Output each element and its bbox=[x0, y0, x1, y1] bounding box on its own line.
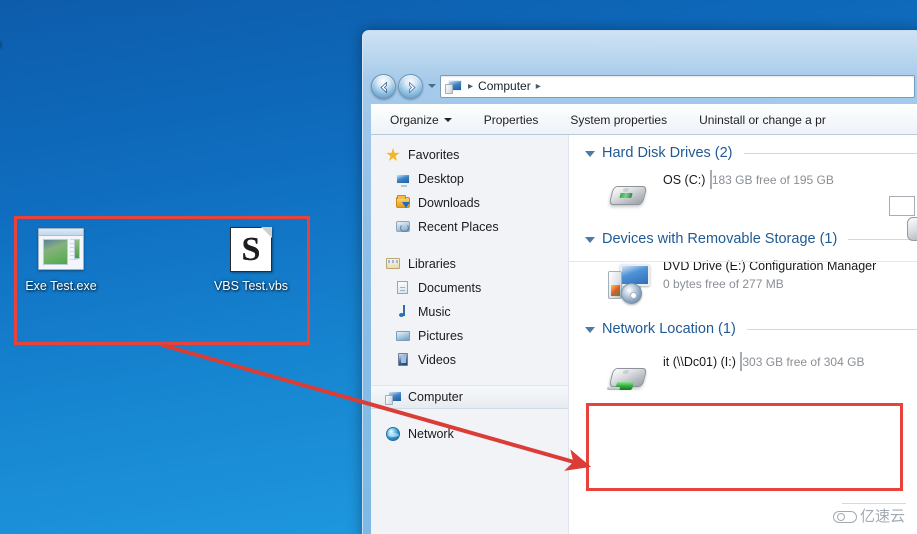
chevron-down-icon bbox=[443, 117, 452, 122]
toolbar-item-label: Organize bbox=[390, 112, 439, 127]
videos-icon bbox=[395, 352, 411, 368]
documents-icon bbox=[395, 280, 411, 296]
toolbar-organize-button[interactable]: Organize bbox=[381, 109, 461, 131]
group-header-removable-storage[interactable]: Devices with Removable Storage (1) bbox=[585, 231, 917, 247]
screen: n Exe Test.exe S VBS Test.vbs bbox=[0, 0, 917, 534]
sidebar-item-favorites[interactable]: Favorites bbox=[371, 143, 568, 167]
sidebar-item-pictures[interactable]: Pictures bbox=[371, 324, 568, 348]
desktop-icon-label: Exe Test.exe bbox=[25, 279, 97, 293]
address-input[interactable]: ▸ Computer ▸ bbox=[440, 74, 915, 98]
drive-item-dvd-e[interactable]: DVD Drive (E:) Configuration Manager 0 b… bbox=[585, 253, 917, 313]
group-title: Network Location (1) bbox=[602, 321, 736, 337]
sidebar-item-videos[interactable]: Videos bbox=[371, 348, 568, 372]
nav-group-spacer bbox=[371, 239, 568, 252]
drive-free-space: 0 bytes free of 277 MB bbox=[663, 277, 784, 291]
toolbar-properties-button[interactable]: Properties bbox=[475, 109, 548, 131]
drive-name: it (\\Dc01) (I:) bbox=[663, 355, 736, 369]
explorer-window: ▸ Computer ▸ Organize Properties System … bbox=[362, 30, 917, 534]
libraries-icon bbox=[385, 256, 401, 272]
computer-icon bbox=[445, 78, 462, 94]
network-globe-icon bbox=[385, 426, 401, 442]
star-icon bbox=[385, 147, 401, 163]
sidebar-item-recent-places[interactable]: Recent Places bbox=[371, 215, 568, 239]
collapse-triangle-icon[interactable] bbox=[585, 327, 595, 333]
chevron-down-icon bbox=[427, 84, 436, 88]
sidebar-item-label: Music bbox=[418, 305, 451, 319]
sidebar-item-label: Videos bbox=[418, 353, 456, 367]
details-pane-stub-box bbox=[889, 196, 915, 216]
sidebar-item-label: Network bbox=[408, 427, 454, 441]
hard-disk-icon bbox=[607, 177, 653, 219]
breadcrumb-separator-icon: ▸ bbox=[535, 80, 541, 92]
forward-button[interactable] bbox=[398, 73, 423, 99]
sidebar-item-label: Recent Places bbox=[418, 220, 499, 234]
drive-name: OS (C:) bbox=[663, 173, 706, 187]
detail-pane: Hard Disk Drives (2) OS (C:) 183 GB free… bbox=[569, 135, 917, 534]
sidebar-item-label: Computer bbox=[408, 390, 463, 404]
toolbar-item-label: Uninstall or change a pr bbox=[699, 112, 826, 127]
sidebar-item-documents[interactable]: Documents bbox=[371, 276, 568, 300]
sidebar-item-downloads[interactable]: Downloads bbox=[371, 191, 568, 215]
sidebar-item-label: Pictures bbox=[418, 329, 464, 343]
desktop-icon bbox=[395, 171, 411, 187]
drive-free-space: 183 GB free of 195 GB bbox=[711, 173, 834, 187]
sidebar-item-computer[interactable]: Computer bbox=[371, 385, 568, 409]
sidebar-item-music[interactable]: Music bbox=[371, 300, 568, 324]
sidebar-item-label: Downloads bbox=[418, 196, 480, 210]
toolbar-system-properties-button[interactable]: System properties bbox=[561, 109, 676, 131]
sidebar-item-libraries[interactable]: Libraries bbox=[371, 252, 568, 276]
exe-file-icon bbox=[37, 226, 85, 274]
dvd-drive-icon bbox=[607, 263, 653, 305]
vbs-script-icon: S bbox=[227, 226, 275, 274]
watermark-text: 亿速云 bbox=[859, 507, 905, 525]
sidebar-item-label: Desktop bbox=[418, 172, 464, 186]
network-drive-icon bbox=[607, 359, 653, 401]
watermark-divider bbox=[842, 503, 906, 504]
toolbar-item-label: System properties bbox=[570, 112, 668, 127]
collapse-triangle-icon[interactable] bbox=[585, 237, 595, 243]
recent-places-icon bbox=[395, 219, 411, 235]
group-divider bbox=[746, 328, 917, 330]
group-divider bbox=[848, 238, 917, 240]
breadcrumb-computer[interactable]: Computer bbox=[478, 79, 531, 93]
drive-free-space: 303 GB free of 304 GB bbox=[742, 355, 865, 369]
collapse-triangle-icon[interactable] bbox=[585, 151, 595, 157]
nav-group-spacer bbox=[371, 372, 568, 385]
desktop-icon-vbs-test[interactable]: S VBS Test.vbs bbox=[196, 226, 306, 294]
recent-pages-dropdown[interactable] bbox=[425, 76, 438, 96]
details-pane-stub-device bbox=[907, 217, 917, 241]
group-divider bbox=[743, 152, 917, 154]
breadcrumb-separator-icon: ▸ bbox=[468, 80, 474, 92]
sidebar-item-label: Favorites bbox=[408, 148, 460, 162]
downloads-folder-icon bbox=[395, 195, 411, 211]
sidebar-item-desktop[interactable]: Desktop bbox=[371, 167, 568, 191]
drive-item-it-dc01-i[interactable]: it (\\Dc01) (I:) 303 GB free of 304 GB bbox=[585, 343, 917, 409]
pictures-icon bbox=[395, 328, 411, 344]
vbs-glyph-letter: S bbox=[231, 232, 271, 268]
sidebar-item-label: Libraries bbox=[408, 257, 456, 271]
watermark: 亿速云 bbox=[832, 505, 905, 526]
details-pane-stub-divider bbox=[569, 261, 917, 262]
sidebar-item-network[interactable]: Network bbox=[371, 422, 568, 446]
toolbar-uninstall-button[interactable]: Uninstall or change a pr bbox=[690, 109, 835, 131]
navigation-pane: Favorites Desktop Downloads Recent Place… bbox=[371, 135, 569, 534]
music-icon bbox=[395, 304, 411, 320]
drive-item-os-c[interactable]: OS (C:) 183 GB free of 195 GB bbox=[585, 167, 917, 227]
command-toolbar: Organize Properties System properties Un… bbox=[371, 104, 917, 135]
group-title: Devices with Removable Storage (1) bbox=[602, 231, 838, 247]
group-title: Hard Disk Drives (2) bbox=[602, 145, 733, 161]
nav-group-spacer bbox=[371, 409, 568, 422]
desktop-icon-exe-test[interactable]: Exe Test.exe bbox=[6, 226, 116, 294]
address-bar: ▸ Computer ▸ bbox=[371, 72, 915, 100]
back-button[interactable] bbox=[371, 73, 396, 99]
toolbar-item-label: Properties bbox=[483, 112, 539, 127]
window-body: Favorites Desktop Downloads Recent Place… bbox=[371, 135, 917, 534]
clipped-desktop-label: n bbox=[0, 36, 1, 50]
computer-icon bbox=[385, 389, 402, 405]
sidebar-item-label: Documents bbox=[418, 281, 482, 295]
group-header-hard-disk-drives[interactable]: Hard Disk Drives (2) bbox=[585, 145, 917, 161]
cloud-icon bbox=[832, 509, 857, 523]
group-header-network-location[interactable]: Network Location (1) bbox=[585, 321, 917, 337]
desktop-icon-label: VBS Test.vbs bbox=[213, 279, 289, 293]
